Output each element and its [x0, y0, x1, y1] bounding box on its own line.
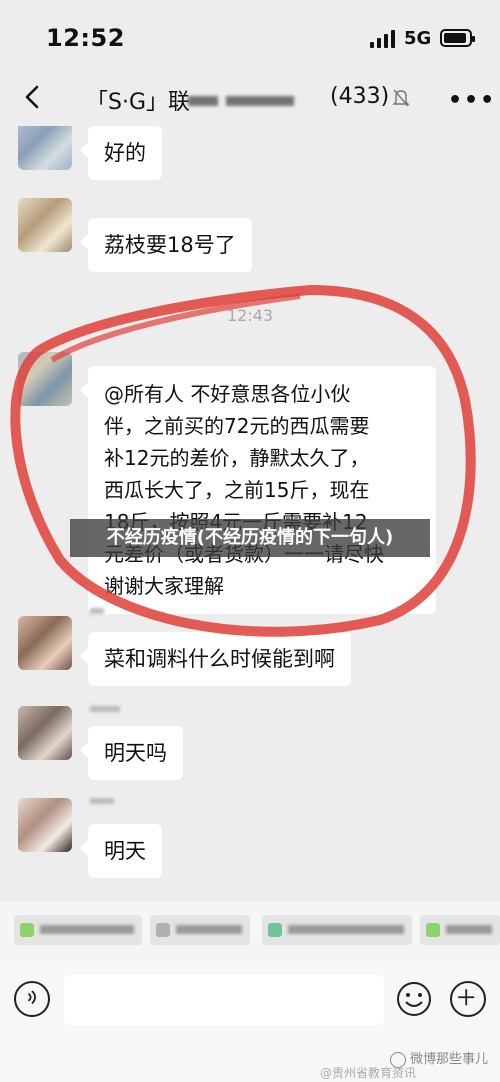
announcement-line: 补12元的差价，静默太久了，: [104, 446, 370, 470]
announcement-line: @所有人 不好意思各位小伙: [104, 382, 351, 406]
quick-chip[interactable]: [262, 915, 412, 945]
plus-icon[interactable]: [450, 981, 486, 1017]
more-icon[interactable]: •••: [448, 88, 496, 113]
message-bubble[interactable]: 菜和调料什么时候能到啊: [80, 632, 351, 686]
voice-icon[interactable]: [14, 981, 50, 1017]
caption-overlay: 不经历疫情(不经历疫情的下一句人): [70, 519, 430, 557]
network-type: 5G: [404, 28, 432, 49]
announcement-line: 伴，之前买的72元的西瓜需要: [104, 414, 370, 438]
status-time: 12:52: [46, 24, 125, 52]
mute-bell-icon: [392, 89, 410, 107]
announcement-bubble[interactable]: @所有人 不好意思各位小伙 伴，之前买的72元的西瓜需要 补12元的差价，静默太…: [80, 366, 436, 614]
quick-chip[interactable]: [420, 915, 500, 945]
signal-icon: [370, 30, 396, 48]
avatar[interactable]: [18, 198, 72, 252]
emoji-icon[interactable]: [396, 981, 432, 1017]
member-count: (433): [330, 84, 390, 109]
message-timestamp: 12:43: [226, 306, 274, 325]
chat-header: 「S·G」联 (433) •••: [0, 70, 500, 126]
quick-chip[interactable]: [14, 915, 142, 945]
announcement-line: 西瓜长大了，之前15斤，现在: [104, 478, 370, 502]
redacted-sender: [90, 608, 104, 614]
redacted-name: [226, 96, 294, 106]
chat-title[interactable]: 「S·G」联: [86, 84, 190, 116]
watermark-subtext: @贵州省教育资讯: [320, 1066, 417, 1080]
quick-reply-bar: [0, 901, 500, 961]
message-bubble[interactable]: 荔枝要18号了: [80, 218, 252, 272]
message-bubble[interactable]: 明天吗: [80, 726, 183, 780]
avatar[interactable]: [18, 616, 72, 670]
avatar[interactable]: [18, 126, 72, 170]
redacted-sender: [90, 706, 120, 712]
status-bar: 12:52 5G: [0, 0, 500, 70]
watermark-text: 微博那些事儿: [410, 1052, 489, 1067]
message-bubble[interactable]: 好的: [80, 126, 162, 180]
redacted-sender: [90, 798, 114, 804]
back-arrow-icon[interactable]: [18, 82, 48, 112]
avatar[interactable]: [18, 798, 72, 852]
battery-icon: [440, 29, 475, 47]
announcement-line: 谢谢大家理解: [104, 574, 224, 598]
message-input[interactable]: [64, 975, 384, 1025]
avatar[interactable]: [18, 352, 72, 406]
message-bubble[interactable]: 明天: [80, 824, 162, 878]
quick-chip[interactable]: [150, 915, 250, 945]
redacted-name: [188, 96, 218, 106]
avatar[interactable]: [18, 706, 72, 760]
message-list[interactable]: 好的 荔枝要18号了 12:43 @所有人 不好意思各位小伙 伴，之前买的72元…: [0, 126, 500, 901]
battery-level: [444, 33, 466, 43]
